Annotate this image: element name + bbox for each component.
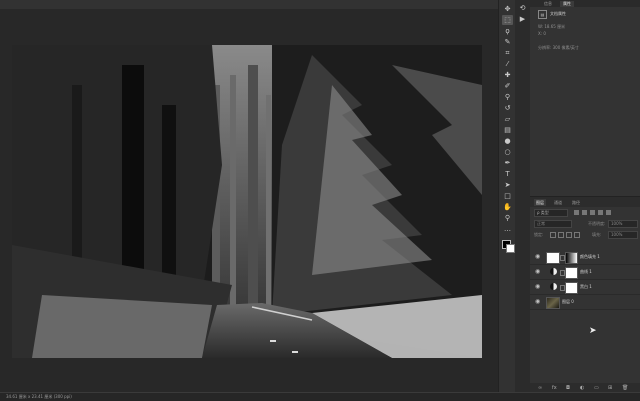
layer-row-black-white[interactable]: ◉ 黑白 1 bbox=[530, 280, 640, 295]
document-size-text: 34.61 厘米 x 23.41 厘米 (300 ppi) bbox=[6, 394, 72, 399]
dodge-tool-icon[interactable]: ○ bbox=[502, 147, 513, 157]
lock-row: 锁定: 填充: 100% bbox=[530, 230, 640, 239]
link-layers-icon[interactable]: ∞ bbox=[538, 385, 542, 391]
new-group-icon[interactable]: ▭ bbox=[594, 385, 599, 391]
tab-channels[interactable]: 通道 bbox=[554, 200, 562, 206]
document-tab-strip bbox=[0, 0, 498, 9]
hand-tool-icon[interactable]: ✋ bbox=[502, 202, 513, 212]
visibility-eye-icon[interactable]: ◉ bbox=[535, 254, 540, 260]
layer-row-curves[interactable]: ◉ 曲线 1 bbox=[530, 265, 640, 280]
layer-mask-thumb[interactable] bbox=[565, 267, 578, 279]
background-color-swatch[interactable] bbox=[506, 244, 515, 253]
history-icon[interactable]: ⟲ bbox=[518, 3, 527, 12]
x-value: X: 0 bbox=[538, 31, 546, 36]
forest-road-photo bbox=[12, 45, 482, 358]
layers-panel: 图层 通道 路径 ρ 类型 正常 不透明度: 100% 锁定: 填充: 100%… bbox=[530, 196, 640, 393]
visibility-eye-icon[interactable]: ◉ bbox=[535, 299, 540, 305]
tab-info[interactable]: 信息 bbox=[544, 1, 552, 7]
blur-tool-icon[interactable]: ● bbox=[502, 136, 513, 146]
layer-mask-thumb[interactable] bbox=[565, 252, 578, 264]
filter-shape-icon[interactable] bbox=[598, 210, 603, 215]
brush-tool-icon[interactable]: ✐ bbox=[502, 81, 513, 91]
blend-mode-select[interactable]: 正常 bbox=[534, 220, 572, 228]
delete-layer-icon[interactable]: 🗑 bbox=[622, 385, 628, 391]
filter-adjust-icon[interactable] bbox=[582, 210, 587, 215]
layer-thumbnail bbox=[546, 297, 560, 309]
layer-row-color-fill[interactable]: ◉ 颜色填充 1 bbox=[530, 250, 640, 265]
quick-select-tool-icon[interactable]: ✎ bbox=[502, 37, 513, 47]
pen-tool-icon[interactable]: ✒ bbox=[502, 158, 513, 168]
layer-name: 黑白 1 bbox=[580, 284, 592, 289]
marquee-tool-icon[interactable]: ⬚ bbox=[502, 15, 513, 25]
layer-name: 颜色填充 1 bbox=[580, 254, 600, 259]
filter-type-icon[interactable] bbox=[590, 210, 595, 215]
layer-filter-select[interactable]: ρ 类型 bbox=[534, 209, 568, 217]
gradient-tool-icon[interactable]: ▤ bbox=[502, 125, 513, 135]
fill-swatch bbox=[546, 252, 560, 264]
zoom-tool-icon[interactable]: ⚲ bbox=[502, 213, 513, 223]
layer-row-background[interactable]: ◉ 图层 0 bbox=[530, 295, 640, 310]
healing-brush-tool-icon[interactable]: ✚ bbox=[502, 70, 513, 80]
add-mask-icon[interactable]: ◘ bbox=[566, 385, 570, 391]
tab-layers[interactable]: 图层 bbox=[534, 199, 546, 206]
lasso-tool-icon[interactable]: ϙ bbox=[502, 26, 513, 36]
canvas-area[interactable] bbox=[0, 0, 498, 392]
move-tool-icon[interactable]: ✥ bbox=[502, 4, 513, 14]
opacity-label: 不透明度: bbox=[588, 221, 606, 226]
lock-position-icon[interactable] bbox=[566, 232, 572, 238]
lock-paint-icon[interactable] bbox=[558, 232, 564, 238]
lock-pixels-icon[interactable] bbox=[550, 232, 556, 238]
visibility-eye-icon[interactable]: ◉ bbox=[535, 269, 540, 275]
panel-dock: ⟲ ▶ bbox=[515, 0, 531, 392]
tab-properties[interactable]: 属性 bbox=[560, 1, 574, 7]
layer-mask-thumb[interactable] bbox=[565, 282, 578, 294]
layer-name: 图层 0 bbox=[562, 299, 574, 304]
new-layer-icon[interactable]: ⊞ bbox=[608, 385, 612, 391]
type-tool-icon[interactable]: T bbox=[502, 169, 513, 179]
filter-smart-icon[interactable] bbox=[606, 210, 611, 215]
new-adjustment-icon[interactable]: ◐ bbox=[580, 385, 584, 391]
layers-tabbar: 图层 通道 路径 bbox=[530, 197, 640, 207]
properties-title: 文档属性 bbox=[550, 11, 566, 16]
layer-name: 曲线 1 bbox=[580, 269, 592, 274]
path-select-tool-icon[interactable]: ➤ bbox=[502, 180, 513, 190]
opacity-input[interactable]: 100% bbox=[608, 220, 638, 228]
more-tools-icon[interactable]: … bbox=[502, 224, 513, 234]
adjustment-icon bbox=[550, 283, 557, 290]
visibility-eye-icon[interactable]: ◉ bbox=[535, 284, 540, 290]
shape-tool-icon[interactable]: □ bbox=[502, 191, 513, 201]
fx-icon[interactable]: fx bbox=[552, 385, 557, 391]
document-icon: ▤ bbox=[538, 10, 547, 19]
lock-all-icon[interactable] bbox=[574, 232, 580, 238]
document-image[interactable] bbox=[12, 45, 482, 358]
blend-row: 正常 不透明度: 100% bbox=[530, 219, 640, 228]
fill-label: 填充: bbox=[592, 232, 602, 237]
fill-input[interactable]: 100% bbox=[608, 231, 638, 239]
layer-filter-row: ρ 类型 bbox=[530, 208, 640, 217]
eyedropper-tool-icon[interactable]: ⁄ bbox=[502, 59, 513, 69]
filter-pixel-icon[interactable] bbox=[574, 210, 579, 215]
mouse-cursor-icon: ➤ bbox=[589, 326, 597, 336]
lock-label: 锁定: bbox=[534, 232, 544, 237]
properties-tabbar: 信息 属性 bbox=[530, 0, 640, 7]
crop-tool-icon[interactable]: ⌗ bbox=[502, 48, 513, 58]
clone-stamp-tool-icon[interactable]: ⚲ bbox=[502, 92, 513, 102]
resolution-value: 分辨率: 300 像素/英寸 bbox=[538, 45, 579, 50]
eraser-tool-icon[interactable]: ▱ bbox=[502, 114, 513, 124]
width-value: W: 18.65 厘米 bbox=[538, 24, 566, 29]
adjustment-icon bbox=[550, 268, 557, 275]
play-icon[interactable]: ▶ bbox=[518, 14, 527, 23]
tab-paths[interactable]: 路径 bbox=[572, 200, 580, 206]
history-brush-tool-icon[interactable]: ↺ bbox=[502, 103, 513, 113]
